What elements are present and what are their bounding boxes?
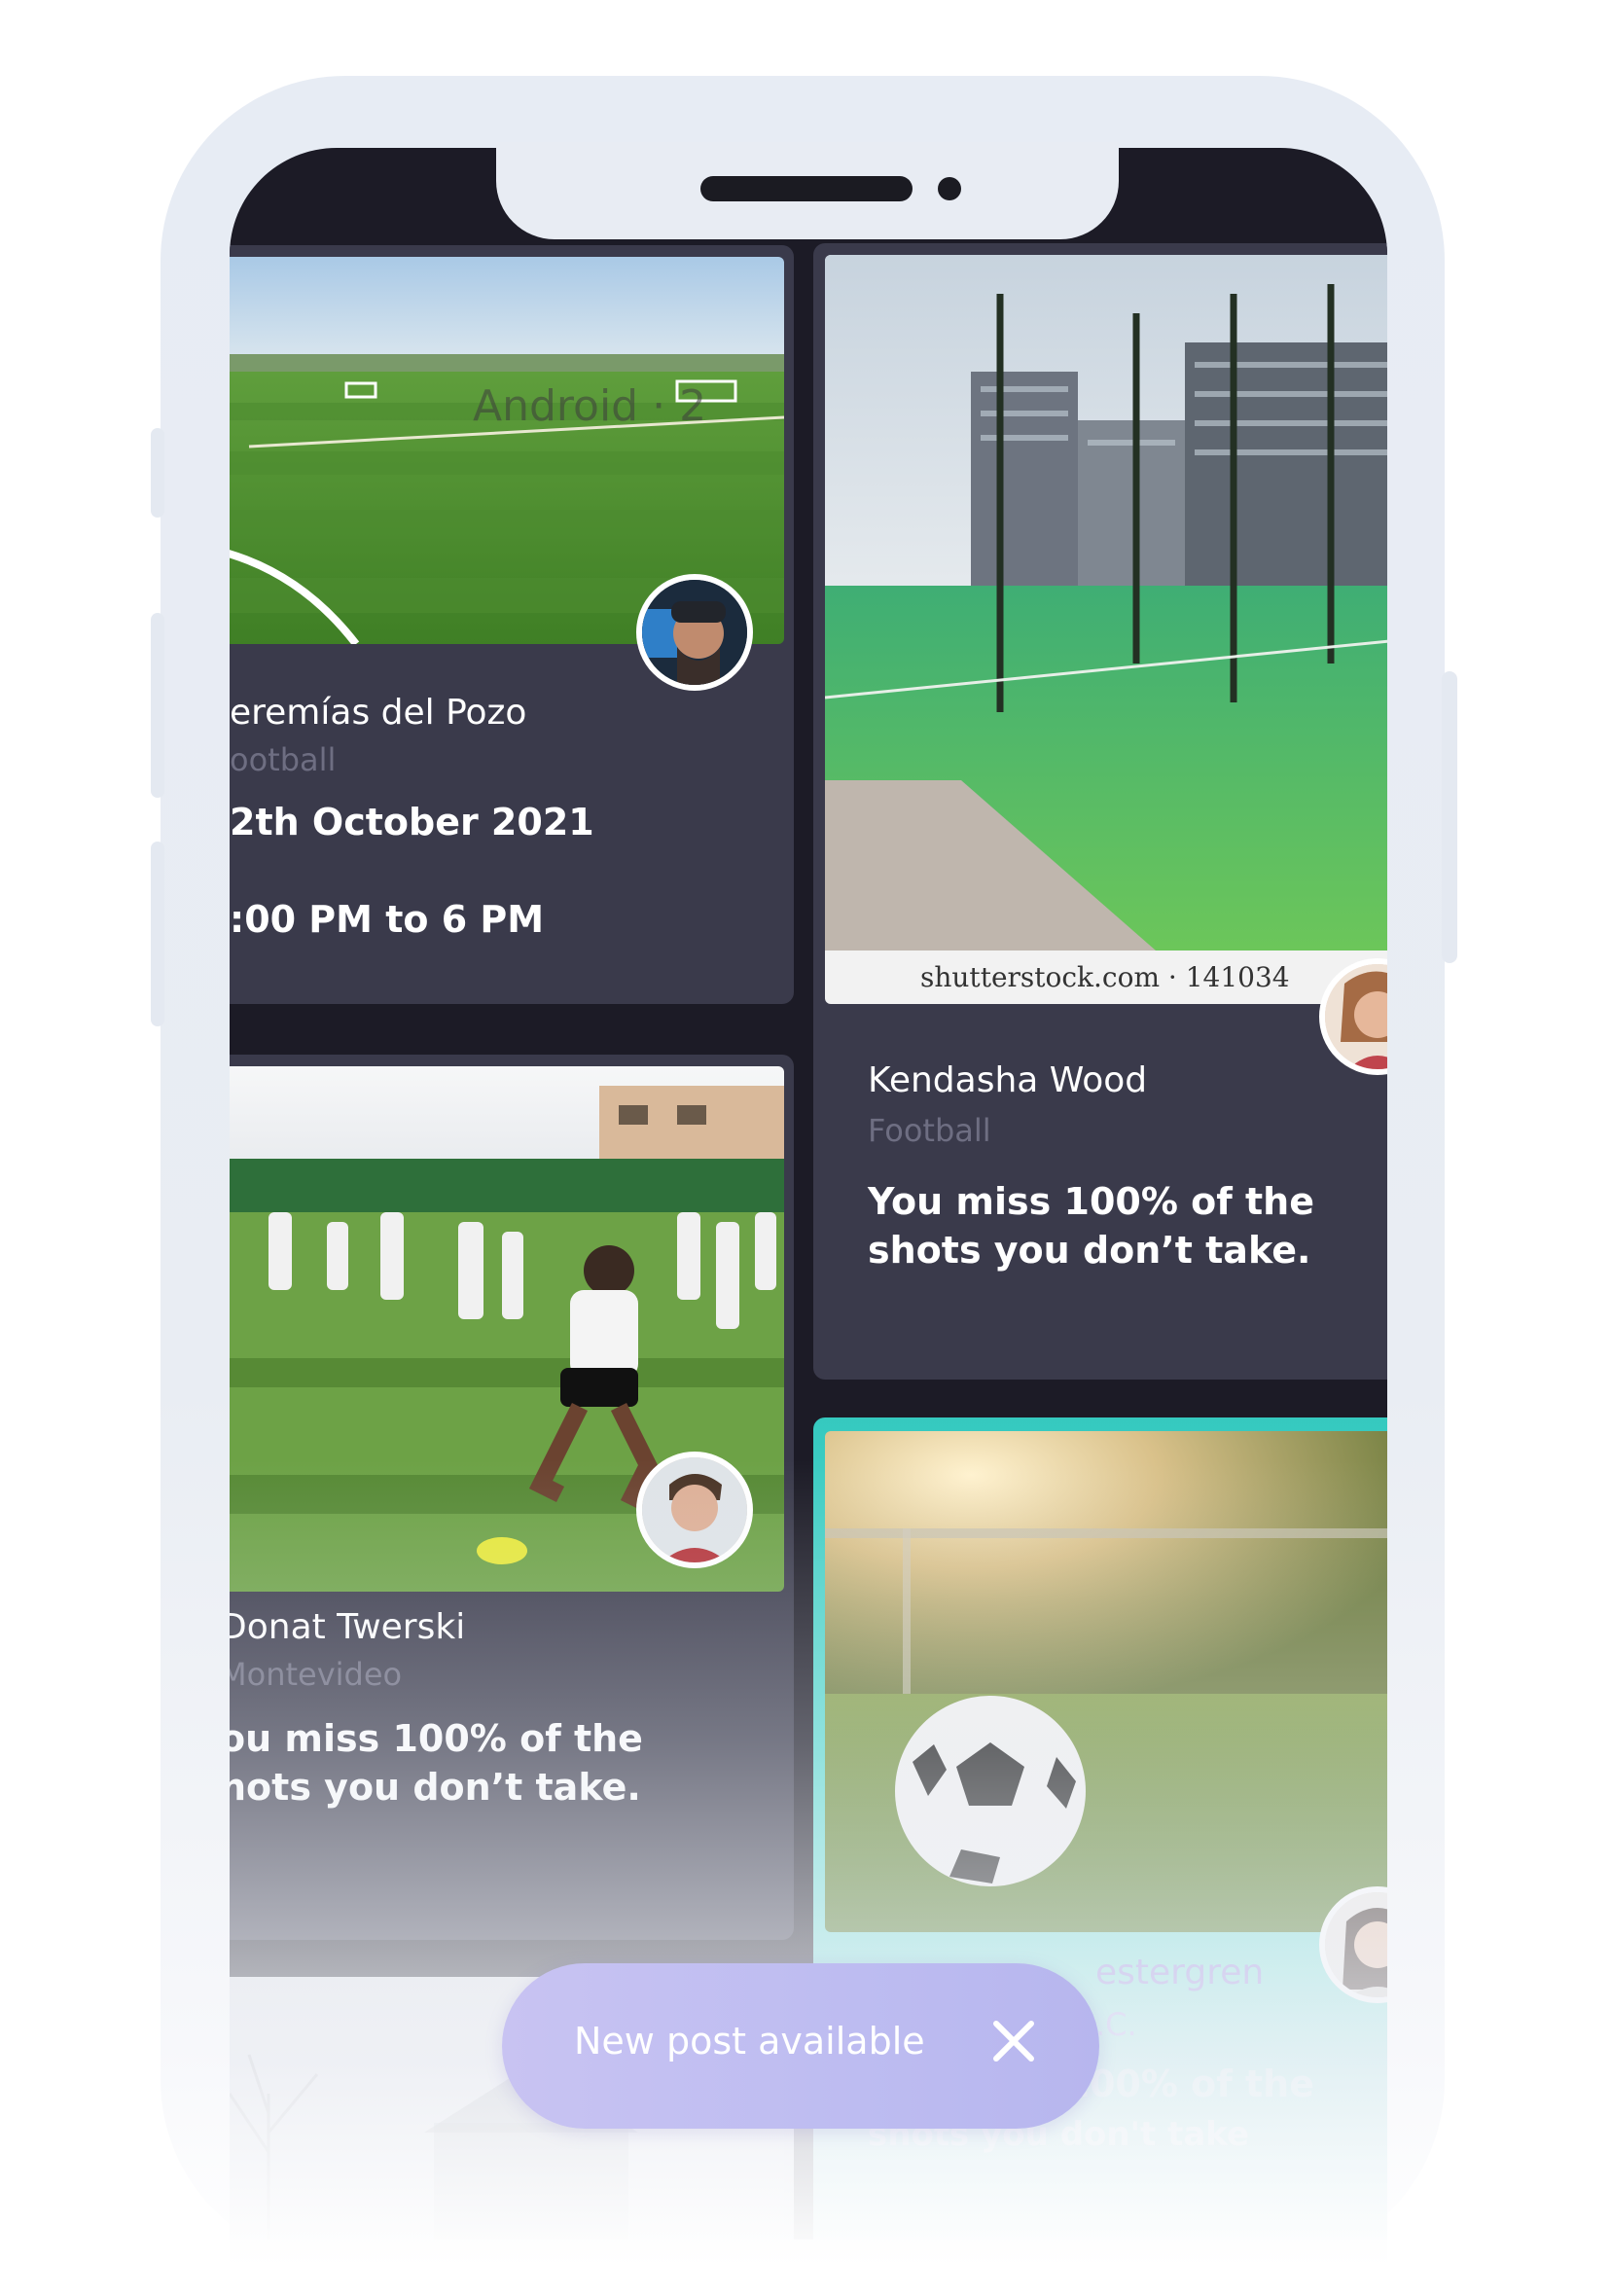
author-name: estergren xyxy=(1095,1953,1265,1992)
post-image xyxy=(825,1431,1387,1932)
avatar[interactable] xyxy=(636,1452,753,1568)
new-post-toast[interactable]: New post available xyxy=(502,1963,1099,2129)
post-card[interactable]: Donat Twerski Montevideo ou miss 100% of… xyxy=(230,1055,794,1940)
author-sport: Football xyxy=(868,1112,991,1149)
author-name: Kendasha Wood xyxy=(868,1060,1148,1100)
post-quote: You miss 100% of the shots you don’t tak… xyxy=(868,1180,1314,1272)
avatar[interactable] xyxy=(636,574,753,691)
post-card[interactable]: Android · 2 eremías del Pozo ootball 2th… xyxy=(230,245,794,1004)
author-sport: ootball xyxy=(230,741,337,778)
event-date: 2th October 2021 xyxy=(230,801,594,843)
toast-label: New post available xyxy=(574,2020,925,2063)
volume-up-button xyxy=(151,613,164,798)
volume-down-button xyxy=(151,842,164,1026)
front-camera xyxy=(938,177,961,200)
speaker xyxy=(700,176,913,201)
post-quote: ou miss 100% of the hots you don’t take. xyxy=(230,1717,643,1809)
author-name: eremías del Pozo xyxy=(230,693,527,733)
power-button xyxy=(1442,671,1457,963)
post-image xyxy=(825,255,1387,1004)
author-name: Donat Twerski xyxy=(230,1607,466,1647)
author-location: Montevideo xyxy=(230,1656,403,1693)
watermark: shutterstock.com · 141034 xyxy=(920,961,1290,993)
post-card[interactable]: shutterstock.com · 141034 Kendasha Wood … xyxy=(813,243,1387,1380)
event-time: :00 PM to 6 PM xyxy=(230,898,545,941)
author-location: .C. xyxy=(1095,2006,1137,2043)
app-screen: Android · 2 eremías del Pozo ootball 2th… xyxy=(230,148,1387,2240)
side-button xyxy=(151,428,164,518)
close-icon[interactable] xyxy=(983,2010,1045,2072)
watermark: Android · 2 xyxy=(473,381,707,431)
